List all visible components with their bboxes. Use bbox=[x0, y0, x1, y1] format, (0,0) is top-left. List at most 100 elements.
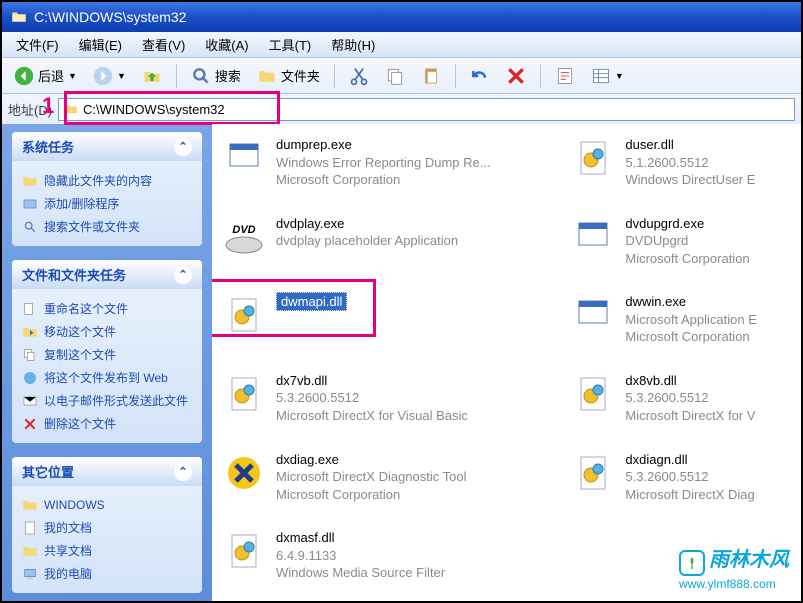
file-item[interactable]: dumprep.exeWindows Error Reporting Dump … bbox=[222, 136, 571, 189]
dropdown-icon: ▼ bbox=[117, 71, 126, 81]
task-rename[interactable]: 重命名这个文件 bbox=[22, 297, 192, 320]
panel-other-places: 其它位置⌃ WINDOWS 我的文档 共享文档 我的电脑 bbox=[12, 457, 202, 593]
file-item[interactable]: dx7vb.dll5.3.2600.5512Microsoft DirectX … bbox=[222, 372, 571, 425]
task-move[interactable]: 移动这个文件 bbox=[22, 320, 192, 343]
undo-button[interactable] bbox=[464, 64, 496, 88]
place-mycomputer[interactable]: 我的电脑 bbox=[22, 562, 192, 585]
copy-icon bbox=[385, 66, 405, 86]
panel-header[interactable]: 文件和文件夹任务⌃ bbox=[12, 260, 202, 289]
file-item[interactable]: dxmasf.dll6.4.9.1133Windows Media Source… bbox=[222, 529, 572, 582]
programs-icon bbox=[22, 196, 38, 212]
back-button[interactable]: 后退 ▼ bbox=[8, 64, 83, 88]
dll-icon bbox=[571, 451, 615, 495]
separator bbox=[334, 64, 335, 88]
svg-text:DVD: DVD bbox=[232, 224, 255, 236]
folder-icon bbox=[10, 9, 28, 25]
task-hide-contents[interactable]: 隐藏此文件夹的内容 bbox=[22, 169, 192, 192]
watermark-logo-icon bbox=[679, 550, 705, 576]
highlight-1 bbox=[64, 91, 280, 125]
back-icon bbox=[14, 66, 34, 86]
menubar: 文件(F) 编辑(E) 查看(V) 收藏(A) 工具(T) 帮助(H) bbox=[2, 32, 801, 58]
place-mydocs[interactable]: 我的文档 bbox=[22, 516, 192, 539]
undo-icon bbox=[470, 66, 490, 86]
copy-icon bbox=[22, 347, 38, 363]
email-icon bbox=[22, 393, 38, 409]
views-button[interactable]: ▼ bbox=[585, 64, 630, 88]
dll-icon bbox=[222, 372, 266, 416]
folders-button[interactable]: 文件夹 bbox=[251, 64, 326, 88]
move-icon bbox=[22, 324, 38, 340]
address-bar: 1 地址(D) C:\WINDOWS\system32 bbox=[2, 94, 801, 124]
annotation-1: 1 bbox=[42, 93, 54, 119]
exe-icon bbox=[571, 215, 615, 259]
copy-button[interactable] bbox=[379, 64, 411, 88]
chevron-up-icon: ⌃ bbox=[174, 266, 192, 284]
search-icon bbox=[191, 66, 211, 86]
file-list: 2 dumprep.exeWindows Error Reporting Dum… bbox=[212, 124, 801, 601]
file-item[interactable]: duser.dll5.1.2600.5512Windows DirectUser… bbox=[571, 136, 791, 189]
file-item[interactable]: dwwin.exeMicrosoft Application EMicrosof… bbox=[571, 293, 791, 346]
forward-button[interactable]: ▼ bbox=[87, 64, 132, 88]
delete-button[interactable] bbox=[500, 64, 532, 88]
paste-button[interactable] bbox=[415, 64, 447, 88]
up-folder-icon bbox=[142, 66, 162, 86]
delete-icon bbox=[506, 66, 526, 86]
dropdown-icon: ▼ bbox=[68, 71, 77, 81]
task-delete[interactable]: 删除这个文件 bbox=[22, 412, 192, 435]
menu-file[interactable]: 文件(F) bbox=[6, 33, 69, 56]
menu-help[interactable]: 帮助(H) bbox=[321, 33, 385, 56]
delete-icon bbox=[22, 416, 38, 432]
panel-header[interactable]: 其它位置⌃ bbox=[12, 457, 202, 486]
panel-header[interactable]: 系统任务⌃ bbox=[12, 132, 202, 161]
menu-fav[interactable]: 收藏(A) bbox=[195, 33, 258, 56]
task-search[interactable]: 搜索文件或文件夹 bbox=[22, 215, 192, 238]
computer-icon bbox=[22, 566, 38, 582]
place-shared[interactable]: 共享文档 bbox=[22, 539, 192, 562]
dll-icon bbox=[571, 372, 615, 416]
dll-icon bbox=[571, 136, 615, 180]
task-email[interactable]: 以电子邮件形式发送此文件 bbox=[22, 389, 192, 412]
panel-file-tasks: 文件和文件夹任务⌃ 重命名这个文件 移动这个文件 复制这个文件 将这个文件发布到… bbox=[12, 260, 202, 443]
file-item[interactable]: dxdiagn.dll5.3.2600.5512Microsoft Direct… bbox=[571, 451, 791, 504]
menu-tools[interactable]: 工具(T) bbox=[259, 33, 322, 56]
task-add-remove[interactable]: 添加/删除程序 bbox=[22, 192, 192, 215]
file-item[interactable]: dx8vb.dll5.3.2600.5512Microsoft DirectX … bbox=[571, 372, 791, 425]
separator bbox=[540, 64, 541, 88]
separator bbox=[176, 64, 177, 88]
dxdiag-icon bbox=[222, 451, 266, 495]
properties-button[interactable] bbox=[549, 64, 581, 88]
file-item[interactable]: DVD dvdplay.exedvdplay placeholder Appli… bbox=[222, 215, 571, 268]
dll-icon bbox=[222, 529, 266, 573]
folder-icon bbox=[22, 173, 38, 189]
properties-icon bbox=[555, 66, 575, 86]
chevron-up-icon: ⌃ bbox=[174, 463, 192, 481]
dropdown-icon: ▼ bbox=[615, 71, 624, 81]
search-icon bbox=[22, 219, 38, 235]
highlight-2 bbox=[212, 279, 376, 337]
panel-system-tasks: 系统任务⌃ 隐藏此文件夹的内容 添加/删除程序 搜索文件或文件夹 bbox=[12, 132, 202, 246]
task-copy[interactable]: 复制这个文件 bbox=[22, 343, 192, 366]
up-button[interactable] bbox=[136, 64, 168, 88]
file-item[interactable]: dvdupgrd.exeDVDUpgrdMicrosoft Corporatio… bbox=[571, 215, 791, 268]
paste-icon bbox=[421, 66, 441, 86]
titlebar: C:\WINDOWS\system32 bbox=[2, 2, 801, 32]
chevron-up-icon: ⌃ bbox=[174, 138, 192, 156]
folder-icon bbox=[22, 497, 38, 513]
search-button[interactable]: 搜索 bbox=[185, 64, 247, 88]
menu-edit[interactable]: 编辑(E) bbox=[69, 33, 132, 56]
window-title: C:\WINDOWS\system32 bbox=[34, 9, 186, 25]
dvd-icon: DVD bbox=[222, 215, 266, 259]
rename-icon bbox=[22, 301, 38, 317]
forward-icon bbox=[93, 66, 113, 86]
sidebar: 系统任务⌃ 隐藏此文件夹的内容 添加/删除程序 搜索文件或文件夹 文件和文件夹任… bbox=[2, 124, 212, 601]
cut-icon bbox=[349, 66, 369, 86]
file-item[interactable]: dxdiag.exeMicrosoft DirectX Diagnostic T… bbox=[222, 451, 571, 504]
place-windows[interactable]: WINDOWS bbox=[22, 494, 192, 516]
exe-icon bbox=[571, 293, 615, 337]
web-icon bbox=[22, 370, 38, 386]
task-publish[interactable]: 将这个文件发布到 Web bbox=[22, 366, 192, 389]
menu-view[interactable]: 查看(V) bbox=[132, 33, 195, 56]
toolbar: 后退 ▼ ▼ 搜索 文件夹 ▼ bbox=[2, 58, 801, 94]
cut-button[interactable] bbox=[343, 64, 375, 88]
exe-icon bbox=[222, 136, 266, 180]
